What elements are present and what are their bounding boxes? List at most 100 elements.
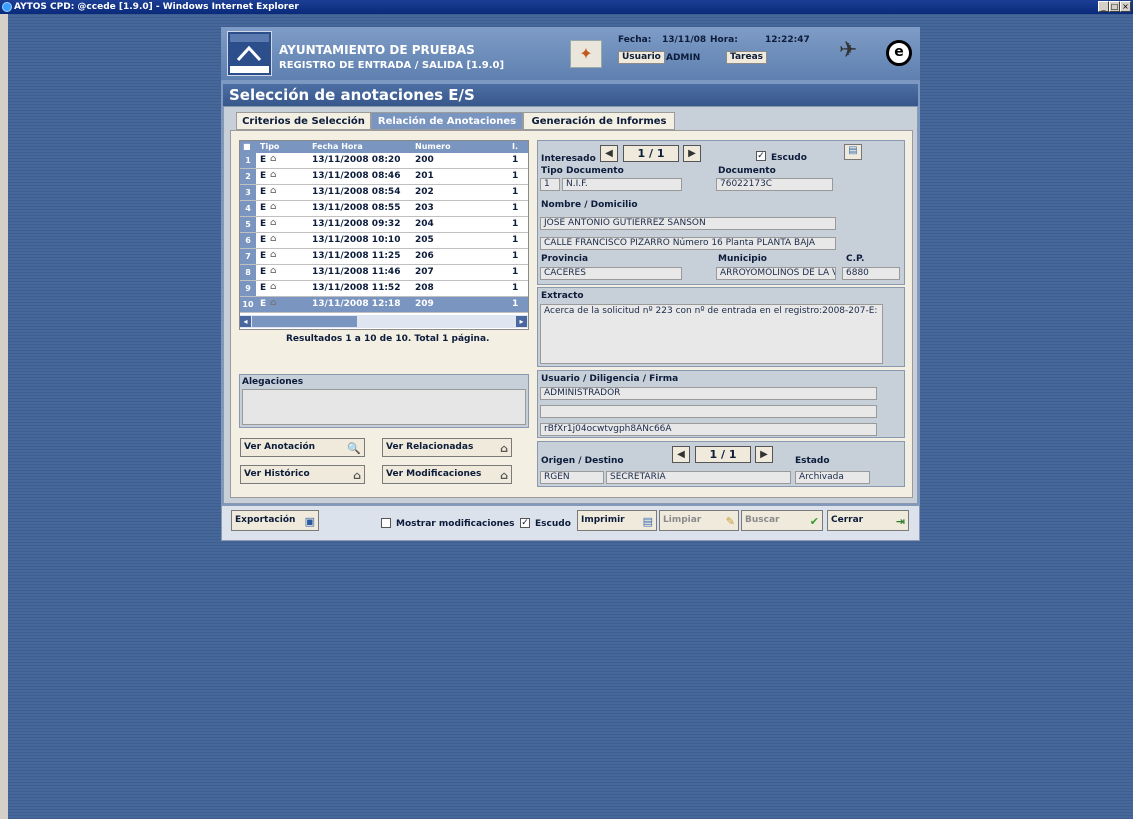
registry-icon[interactable]: ✦ <box>570 40 602 68</box>
tab-informes[interactable]: Generación de Informes <box>523 112 675 130</box>
imprimir-button[interactable]: Imprimir ▤ <box>577 510 657 531</box>
row-numero: 204 <box>415 219 434 229</box>
exit-icon[interactable]: e <box>886 40 912 66</box>
row-fecha: 13/11/2008 08:54 <box>312 187 401 197</box>
mostrar-modificaciones-label: Mostrar modificaciones <box>396 519 515 529</box>
row-tipo: E <box>260 171 267 181</box>
col-fecha[interactable]: Fecha Hora <box>312 142 363 151</box>
row-i: 1 <box>512 155 519 165</box>
col-numero[interactable]: Numero <box>415 142 451 151</box>
domicilio-field[interactable]: CALLE FRANCISCO PIZARRO Número 16 Planta… <box>540 237 836 250</box>
save-icon[interactable]: ■ <box>243 142 251 151</box>
ie-icon <box>2 2 12 12</box>
ver-modificaciones-button[interactable]: Ver Modificaciones ⌂ <box>382 465 512 484</box>
prev-origen-button[interactable]: ◀ <box>672 446 690 463</box>
maximize-button[interactable]: □ <box>1109 1 1120 12</box>
nombre-field[interactable]: JOSE ANTONIO GUTIERREZ SANSON <box>540 217 836 230</box>
row-tipo: E <box>260 267 267 277</box>
scroll-thumb[interactable] <box>252 316 357 327</box>
table-row[interactable]: 1 E ⌂ 13/11/2008 08:20 200 1 <box>240 153 528 169</box>
origen-name-field[interactable]: SECRETARIA <box>606 471 791 484</box>
nombre-label: Nombre / Domicilio <box>541 200 638 210</box>
next-interesado-button[interactable]: ▶ <box>683 145 701 162</box>
limpiar-button[interactable]: Limpiar ✎ <box>659 510 739 531</box>
fax-icon[interactable]: ✈ <box>839 38 857 63</box>
footer-escudo-checkbox[interactable]: ✓ <box>520 518 530 528</box>
minimize-button[interactable]: _ <box>1098 1 1109 12</box>
row-fecha: 13/11/2008 11:52 <box>312 283 401 293</box>
clip-icon: ⌂ <box>270 218 277 228</box>
table-row[interactable]: 8 E ⌂ 13/11/2008 11:46 207 1 <box>240 265 528 281</box>
municipio-field[interactable]: ARROYOMOLINOS DE LA VERA <box>716 267 836 280</box>
clip-icon: ⌂ <box>500 469 508 482</box>
fecha-label: Fecha: <box>618 35 652 45</box>
row-fecha: 13/11/2008 12:18 <box>312 299 401 309</box>
cp-field[interactable]: 6880 <box>842 267 900 280</box>
table-row[interactable]: 3 E ⌂ 13/11/2008 08:54 202 1 <box>240 185 528 201</box>
extracto-field[interactable]: Acerca de la solicitud nº 223 con nº de … <box>540 304 883 364</box>
alegaciones-box: Alegaciones <box>239 374 529 428</box>
broom-icon: ✎ <box>725 515 735 528</box>
grid-hscrollbar[interactable]: ◂ ▸ <box>240 315 528 328</box>
row-i: 1 <box>512 251 519 261</box>
scroll-right-icon[interactable]: ▸ <box>516 316 527 327</box>
table-row[interactable]: 4 E ⌂ 13/11/2008 08:55 203 1 <box>240 201 528 217</box>
estado-field[interactable]: Archivada <box>795 471 870 484</box>
row-tipo: E <box>260 219 267 229</box>
extracto-box: Extracto Acerca de la solicitud nº 223 c… <box>537 287 905 367</box>
table-row[interactable]: 10 E ⌂ 13/11/2008 12:18 209 1 <box>240 297 528 313</box>
tipo-doc-field[interactable]: N.I.F. <box>562 178 682 191</box>
row-numero: 206 <box>415 251 434 261</box>
provincia-field[interactable]: CÁCERES <box>540 267 682 280</box>
col-tipo[interactable]: Tipo <box>260 142 279 151</box>
print-icon[interactable]: ▤ <box>844 144 862 160</box>
row-number: 8 <box>240 265 256 280</box>
usuario-line3-field[interactable]: rBfXr1j04ocwtvgph8ANc66A <box>540 423 877 436</box>
next-origen-button[interactable]: ▶ <box>755 446 773 463</box>
buscar-button[interactable]: Buscar ✔ <box>741 510 823 531</box>
ver-relacionadas-button[interactable]: Ver Relacionadas ⌂ <box>382 438 512 457</box>
row-tipo: E <box>260 187 267 197</box>
results-summary: Resultados 1 a 10 de 10. Total 1 página. <box>286 334 490 344</box>
row-i: 1 <box>512 203 519 213</box>
scroll-left-icon[interactable]: ◂ <box>240 316 251 327</box>
row-number: 9 <box>240 281 256 296</box>
table-row[interactable]: 5 E ⌂ 13/11/2008 09:32 204 1 <box>240 217 528 233</box>
municipio-label: Municipio <box>718 254 767 264</box>
row-i: 1 <box>512 267 519 277</box>
tab-criterios[interactable]: Criterios de Selección <box>236 112 371 130</box>
usuario-line1-field[interactable]: ADMINISTRADOR <box>540 387 877 400</box>
tab-relacion[interactable]: Relación de Anotaciones <box>371 112 523 130</box>
close-window-button[interactable]: × <box>1120 1 1131 12</box>
interesado-label: Interesado <box>541 154 596 164</box>
table-row[interactable]: 2 E ⌂ 13/11/2008 08:46 201 1 <box>240 169 528 185</box>
ver-anotacion-button[interactable]: Ver Anotación 🔍 <box>240 438 365 457</box>
documento-field[interactable]: 76022173C <box>716 178 833 191</box>
window-title: AYTOS CPD: @ccede [1.9.0] - Windows Inte… <box>14 2 299 12</box>
col-i[interactable]: I. <box>512 142 518 151</box>
extracto-label: Extracto <box>541 291 584 301</box>
table-row[interactable]: 6 E ⌂ 13/11/2008 10:10 205 1 <box>240 233 528 249</box>
table-row[interactable]: 9 E ⌂ 13/11/2008 11:52 208 1 <box>240 281 528 297</box>
tareas-button[interactable]: Tareas <box>726 51 768 64</box>
prev-interesado-button[interactable]: ◀ <box>600 145 618 162</box>
tipo-doc-code-field[interactable]: 1 <box>540 178 560 191</box>
alegaciones-field[interactable] <box>242 389 526 425</box>
escudo-checkbox[interactable]: ✓ <box>756 151 766 161</box>
row-numero: 208 <box>415 283 434 293</box>
row-numero: 202 <box>415 187 434 197</box>
ver-historico-button[interactable]: Ver Histórico ⌂ <box>240 465 365 484</box>
row-fecha: 13/11/2008 08:55 <box>312 203 401 213</box>
usuario-line2-field[interactable] <box>540 405 877 418</box>
row-fecha: 13/11/2008 08:46 <box>312 171 401 181</box>
cerrar-button[interactable]: Cerrar ⇥ <box>827 510 909 531</box>
clip-icon: ⌂ <box>270 282 277 292</box>
printer-icon: ▤ <box>642 515 653 528</box>
usuario-button[interactable]: Usuario <box>618 51 665 64</box>
exportacion-button[interactable]: Exportación ▣ <box>231 510 319 531</box>
row-tipo: E <box>260 283 267 293</box>
mostrar-modificaciones-checkbox[interactable] <box>381 518 391 528</box>
clip-icon: ⌂ <box>270 234 277 244</box>
origen-code-field[interactable]: RGEN <box>540 471 604 484</box>
table-row[interactable]: 7 E ⌂ 13/11/2008 11:25 206 1 <box>240 249 528 265</box>
